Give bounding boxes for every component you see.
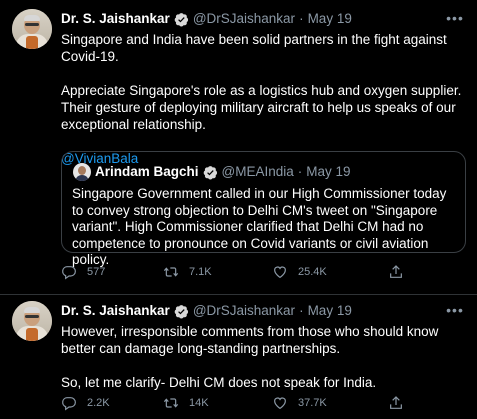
share-icon	[388, 395, 404, 411]
reply-button[interactable]: 2.2K	[61, 393, 110, 413]
reply-count: 577	[87, 266, 106, 278]
tweet-paragraph: However, irresponsible comments from tho…	[61, 324, 439, 356]
like-button[interactable]: 37.7K	[272, 393, 327, 413]
tweet[interactable]: Dr. S. Jaishankar @DrSJaishankar · May 1…	[0, 0, 477, 295]
tweet-header: Dr. S. Jaishankar @DrSJaishankar · May 1…	[61, 303, 352, 319]
quote-header: Arindam Bagchi @MEAIndia · May 19	[95, 164, 351, 180]
more-icon[interactable]: •••	[445, 302, 465, 318]
retweet-button[interactable]: 14K	[163, 393, 209, 413]
quote-author-handle: @MEAIndia	[221, 164, 294, 179]
tweet-header: Dr. S. Jaishankar @DrSJaishankar · May 1…	[61, 11, 352, 27]
author-name[interactable]: Dr. S. Jaishankar	[61, 11, 170, 27]
verified-badge-icon	[174, 12, 189, 27]
like-count: 25.4K	[298, 266, 327, 278]
retweet-icon	[163, 395, 179, 411]
reply-button[interactable]: 577	[61, 262, 105, 282]
tweet-text: However, irresponsible comments from tho…	[61, 323, 466, 391]
tweet-date[interactable]: May 19	[308, 11, 352, 27]
reply-count: 2.2K	[87, 397, 110, 409]
quote-text: Singapore Government called in our High …	[72, 186, 447, 267]
avatar[interactable]	[12, 9, 52, 49]
quote-avatar	[73, 163, 91, 181]
quoted-tweet[interactable]: Arindam Bagchi @MEAIndia · May 19 Singap…	[61, 151, 466, 267]
like-icon	[272, 395, 288, 411]
separator-dot: ·	[299, 11, 304, 26]
separator-dot: ·	[297, 164, 303, 179]
like-icon	[272, 264, 288, 280]
tweet-text: Singapore and India have been solid part…	[61, 31, 466, 167]
like-button[interactable]: 25.4K	[272, 262, 327, 282]
reply-icon	[61, 395, 77, 411]
more-icon[interactable]: •••	[445, 10, 465, 26]
retweet-button[interactable]: 7.1K	[163, 262, 212, 282]
author-handle[interactable]: @DrSJaishankar	[193, 11, 295, 27]
retweet-count: 14K	[189, 397, 209, 409]
avatar[interactable]	[12, 301, 52, 341]
share-button[interactable]	[388, 393, 414, 413]
tweet-paragraph: Singapore and India have been solid part…	[61, 32, 447, 64]
quote-date: May 19	[306, 164, 351, 179]
author-handle[interactable]: @DrSJaishankar	[193, 303, 295, 319]
tweet[interactable]: Dr. S. Jaishankar @DrSJaishankar · May 1…	[0, 295, 477, 419]
author-name[interactable]: Dr. S. Jaishankar	[61, 303, 170, 319]
verified-badge-icon	[203, 165, 218, 180]
quote-author-name: Arindam Bagchi	[95, 164, 199, 179]
share-button[interactable]	[388, 262, 414, 282]
reply-icon	[61, 264, 77, 280]
retweet-icon	[163, 264, 179, 280]
share-icon	[388, 264, 404, 280]
separator-dot: ·	[299, 303, 304, 318]
tweet-paragraph: Appreciate Singapore's role as a logisti…	[61, 83, 462, 132]
tweet-paragraph: So, let me clarify- Delhi CM does not sp…	[61, 375, 377, 390]
retweet-count: 7.1K	[189, 266, 212, 278]
tweet-actions: 2.2K 14K 37.7K	[61, 393, 461, 413]
tweet-date[interactable]: May 19	[308, 303, 352, 319]
like-count: 37.7K	[298, 397, 327, 409]
tweet-actions: 577 7.1K 25.4K	[61, 262, 461, 282]
verified-badge-icon	[174, 304, 189, 319]
